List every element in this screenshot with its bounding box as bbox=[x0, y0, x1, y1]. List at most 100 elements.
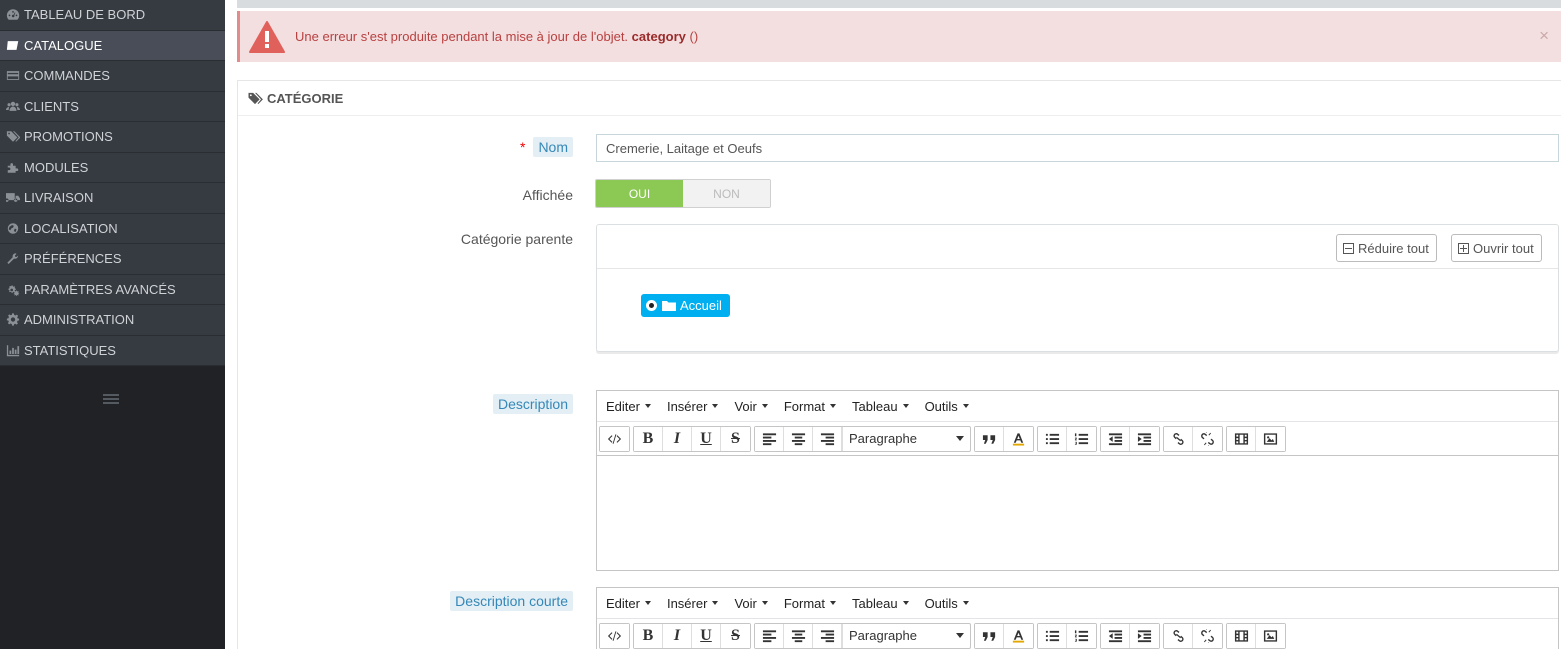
toggle-no[interactable]: NON bbox=[683, 180, 770, 207]
menu-edit[interactable]: Editer bbox=[599, 399, 658, 414]
align-left-icon[interactable] bbox=[755, 426, 784, 451]
bullet-list-icon[interactable] bbox=[1038, 623, 1067, 648]
blockquote-icon[interactable] bbox=[975, 426, 1004, 451]
unlink-icon[interactable] bbox=[1193, 623, 1222, 648]
panel-title: CATÉGORIE bbox=[267, 90, 344, 106]
sidebar-item-preferences[interactable]: PRÉFÉRENCES bbox=[0, 244, 225, 275]
menu-format[interactable]: Format bbox=[777, 596, 843, 611]
bullet-list-icon[interactable] bbox=[1038, 426, 1067, 451]
menu-tools[interactable]: Outils bbox=[918, 399, 976, 414]
media-icon[interactable] bbox=[1227, 426, 1256, 451]
credit-card-icon bbox=[5, 69, 21, 83]
warning-icon bbox=[249, 20, 285, 53]
sidebar-item-label: CLIENTS bbox=[24, 98, 79, 114]
sidebar-item-parametres-avances[interactable]: PARAMÈTRES AVANCÉS bbox=[0, 274, 225, 305]
folder-icon bbox=[662, 300, 676, 311]
align-right-icon[interactable] bbox=[813, 623, 842, 648]
underline-icon[interactable]: U bbox=[692, 426, 721, 451]
caret-down-icon bbox=[962, 404, 969, 408]
menu-insert[interactable]: Insérer bbox=[660, 596, 725, 611]
numbered-list-icon[interactable] bbox=[1067, 623, 1096, 648]
menu-format[interactable]: Format bbox=[777, 399, 843, 414]
menu-table[interactable]: Tableau bbox=[845, 399, 916, 414]
sidebar-item-label: ADMINISTRATION bbox=[24, 312, 135, 328]
italic-icon[interactable]: I bbox=[663, 426, 692, 451]
tree-node-home[interactable]: Accueil bbox=[641, 294, 730, 317]
sidebar-item-statistiques[interactable]: STATISTIQUES bbox=[0, 335, 225, 366]
menu-view[interactable]: Voir bbox=[727, 399, 774, 414]
sidebar-item-commandes[interactable]: COMMANDES bbox=[0, 61, 225, 92]
unlink-icon[interactable] bbox=[1193, 426, 1222, 451]
truck-icon bbox=[5, 191, 21, 205]
blockquote-icon[interactable] bbox=[975, 623, 1004, 648]
bar-chart-icon bbox=[5, 343, 21, 357]
sidebar-item-catalogue[interactable]: CATALOGUE bbox=[0, 30, 225, 61]
sidebar-item-administration[interactable]: ADMINISTRATION bbox=[0, 305, 225, 336]
menu-view[interactable]: Voir bbox=[727, 596, 774, 611]
sidebar-item-modules[interactable]: MODULES bbox=[0, 152, 225, 183]
source-code-icon[interactable] bbox=[600, 623, 629, 648]
source-code-icon[interactable] bbox=[600, 426, 629, 451]
bold-icon[interactable]: B bbox=[634, 623, 663, 648]
book-icon bbox=[5, 38, 21, 52]
image-icon[interactable] bbox=[1256, 426, 1285, 451]
caret-down-icon bbox=[956, 633, 964, 638]
displayed-label: Affichée bbox=[522, 187, 573, 203]
parent-category-label: Catégorie parente bbox=[460, 231, 573, 247]
editor-menubar: Editer Insérer Voir Format Tableau Outil… bbox=[597, 588, 1558, 619]
align-right-icon[interactable] bbox=[813, 426, 842, 451]
indent-icon[interactable] bbox=[1130, 623, 1159, 648]
sidebar-item-clients[interactable]: CLIENTS bbox=[0, 91, 225, 122]
name-input[interactable] bbox=[596, 134, 1559, 162]
collapse-icon bbox=[1343, 242, 1354, 254]
menu-tools[interactable]: Outils bbox=[918, 596, 976, 611]
media-icon[interactable] bbox=[1227, 623, 1256, 648]
alert-close-button[interactable]: × bbox=[1539, 26, 1549, 46]
sidebar-item-tableau-de-bord[interactable]: TABLEAU DE BORD bbox=[0, 0, 225, 31]
align-center-icon[interactable] bbox=[784, 426, 813, 451]
image-icon[interactable] bbox=[1256, 623, 1285, 648]
main-content: Une erreur s'est produite pendant la mis… bbox=[225, 0, 1561, 649]
sidebar: TABLEAU DE BORD CATALOGUE COMMANDES CLIE… bbox=[0, 0, 225, 649]
format-select[interactable]: Paragraphe bbox=[842, 426, 970, 451]
align-center-icon[interactable] bbox=[784, 623, 813, 648]
strikethrough-icon[interactable]: S bbox=[721, 426, 750, 451]
text-color-icon[interactable] bbox=[1004, 426, 1033, 451]
editor-toolbar: B I U S Paragraphe bbox=[597, 422, 1558, 456]
menu-edit[interactable]: Editer bbox=[599, 596, 658, 611]
sidebar-item-label: PROMOTIONS bbox=[24, 129, 113, 145]
collapse-all-button[interactable]: Réduire tout bbox=[1336, 234, 1437, 262]
outdent-icon[interactable] bbox=[1101, 623, 1130, 648]
required-marker: * bbox=[519, 139, 526, 155]
strikethrough-icon[interactable]: S bbox=[721, 623, 750, 648]
menu-table[interactable]: Tableau bbox=[845, 596, 916, 611]
caret-down-icon bbox=[902, 601, 909, 605]
outdent-icon[interactable] bbox=[1101, 426, 1130, 451]
link-icon[interactable] bbox=[1164, 623, 1193, 648]
expand-all-button[interactable]: Ouvrir tout bbox=[1451, 234, 1542, 262]
numbered-list-icon[interactable] bbox=[1067, 426, 1096, 451]
indent-icon[interactable] bbox=[1130, 426, 1159, 451]
text-color-icon[interactable] bbox=[1004, 623, 1033, 648]
link-icon[interactable] bbox=[1164, 426, 1193, 451]
radio-selected-icon[interactable] bbox=[646, 300, 657, 311]
underline-icon[interactable]: U bbox=[692, 623, 721, 648]
description-editor: Editer Insérer Voir Format Tableau Outil… bbox=[596, 390, 1559, 571]
sidebar-collapse-icon[interactable] bbox=[103, 394, 119, 406]
align-left-icon[interactable] bbox=[755, 623, 784, 648]
panel-heading: CATÉGORIE bbox=[238, 81, 1561, 116]
menu-insert[interactable]: Insérer bbox=[660, 399, 725, 414]
italic-icon[interactable]: I bbox=[663, 623, 692, 648]
sidebar-item-localisation[interactable]: LOCALISATION bbox=[0, 213, 225, 244]
caret-down-icon bbox=[902, 404, 909, 408]
format-select[interactable]: Paragraphe bbox=[842, 623, 970, 648]
tree-node-label: Accueil bbox=[680, 298, 722, 313]
caret-down-icon bbox=[712, 404, 719, 408]
sidebar-item-promotions[interactable]: PROMOTIONS bbox=[0, 122, 225, 153]
bold-icon[interactable]: B bbox=[634, 426, 663, 451]
description-edit-area[interactable] bbox=[597, 456, 1558, 570]
toggle-yes[interactable]: OUI bbox=[596, 180, 683, 207]
displayed-toggle[interactable]: OUI NON bbox=[595, 179, 771, 208]
sidebar-item-livraison[interactable]: LIVRAISON bbox=[0, 183, 225, 214]
caret-down-icon bbox=[830, 404, 837, 408]
